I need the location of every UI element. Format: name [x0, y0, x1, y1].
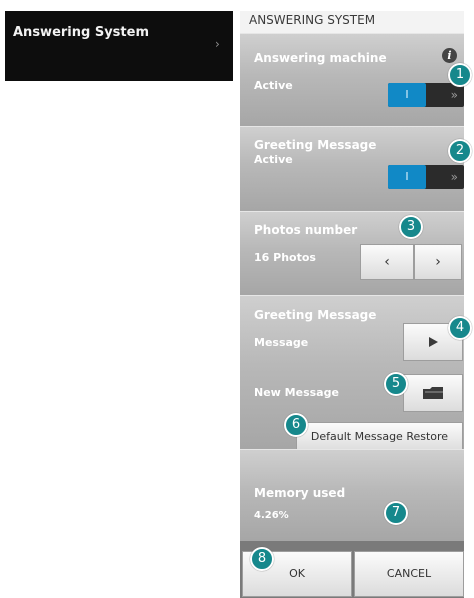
double-chevron-icon: »	[450, 170, 458, 184]
settings-panel: ANSWERING SYSTEM Answering machine i Act…	[240, 11, 464, 598]
memory-value: 4.26%	[254, 510, 289, 521]
callout-badge: 8	[250, 547, 274, 571]
memory-section: Memory used 4.26%	[240, 449, 464, 541]
photos-next-button[interactable]: ›	[414, 244, 462, 280]
photos-title: Photos number	[254, 223, 358, 237]
callout-badge: 1	[448, 63, 472, 87]
greeting-message-title: Greeting Message	[254, 308, 377, 322]
chevron-left-icon: ‹	[384, 254, 390, 270]
answering-machine-toggle[interactable]: I »	[388, 83, 464, 107]
greeting-message-section: Greeting Message Message New Message Def…	[240, 295, 464, 452]
callout-badge: 6	[284, 413, 308, 437]
folder-icon	[423, 387, 443, 399]
answering-machine-status: Active	[254, 79, 293, 92]
greeting-toggle[interactable]: I »	[388, 165, 464, 189]
play-icon	[429, 337, 438, 347]
callout-badge: 7	[384, 501, 408, 525]
memory-title: Memory used	[254, 486, 346, 500]
page: Answering System › ANSWERING SYSTEM Answ…	[0, 0, 474, 598]
greeting-status: Active	[254, 153, 293, 166]
chevron-right-icon: ›	[215, 37, 220, 51]
message-label: Message	[254, 336, 309, 349]
greeting-title: Greeting Message	[254, 138, 377, 152]
new-message-folder-button[interactable]	[403, 374, 463, 412]
answering-machine-title: Answering machine	[254, 51, 387, 65]
callout-badge: 3	[399, 215, 423, 239]
toggle-on-indicator: I	[388, 165, 426, 189]
toggle-on-indicator: I	[388, 83, 426, 107]
photos-section: Photos number 16 Photos ‹ ›	[240, 211, 464, 295]
photos-value: 16 Photos	[254, 251, 316, 264]
default-message-restore-button[interactable]: Default Message Restore	[296, 422, 463, 452]
sidebar-item-label: Answering System	[13, 25, 149, 40]
callout-badge: 4	[448, 316, 472, 340]
callout-badge: 5	[384, 372, 408, 396]
new-message-label: New Message	[254, 386, 339, 399]
answering-machine-section: Answering machine i Active I »	[240, 33, 464, 126]
greeting-section: Greeting Message Active I »	[240, 126, 464, 211]
sidebar-item-answering-system[interactable]: Answering System ›	[5, 11, 233, 81]
chevron-right-icon: ›	[435, 254, 441, 270]
info-icon[interactable]: i	[442, 48, 457, 63]
callout-badge: 2	[448, 139, 472, 163]
footer-bar: OK CANCEL	[240, 541, 464, 598]
panel-title: ANSWERING SYSTEM	[240, 11, 464, 33]
photos-prev-button[interactable]: ‹	[360, 244, 414, 280]
cancel-button[interactable]: CANCEL	[354, 551, 464, 597]
